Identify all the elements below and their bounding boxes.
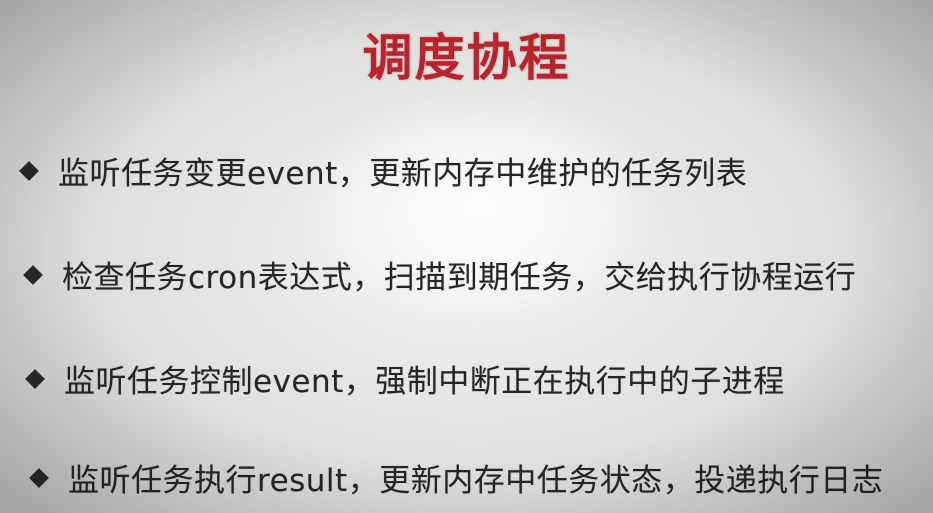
slide-title: 调度协程	[362, 29, 571, 87]
diamond-bullet-icon	[25, 368, 45, 389]
bullet-item: 监听任务变更event，更新内存中维护的任务列表	[19, 148, 748, 193]
bullet-item: 监听任务控制event，强制中断正在执行中的子进程	[25, 356, 785, 401]
bullet-text: 监听任务变更event，更新内存中维护的任务列表	[58, 156, 748, 192]
diamond-bullet-icon	[19, 160, 39, 181]
bullet-text: 监听任务执行result，更新内存中任务状态，投递执行日志	[68, 463, 884, 499]
slide-photo: 调度协程 监听任务变更event，更新内存中维护的任务列表 检查任务cron表达…	[0, 0, 933, 513]
bullet-item: 检查任务cron表达式，扫描到期任务，交给执行协程运行	[23, 252, 857, 297]
diamond-bullet-icon	[23, 264, 43, 285]
bullet-text: 监听任务控制event，强制中断正在执行中的子进程	[64, 364, 785, 400]
diamond-bullet-icon	[29, 467, 49, 488]
bullet-text: 检查任务cron表达式，扫描到期任务，交给执行协程运行	[62, 260, 857, 296]
bullet-item: 监听任务执行result，更新内存中任务状态，投递执行日志	[29, 455, 884, 500]
